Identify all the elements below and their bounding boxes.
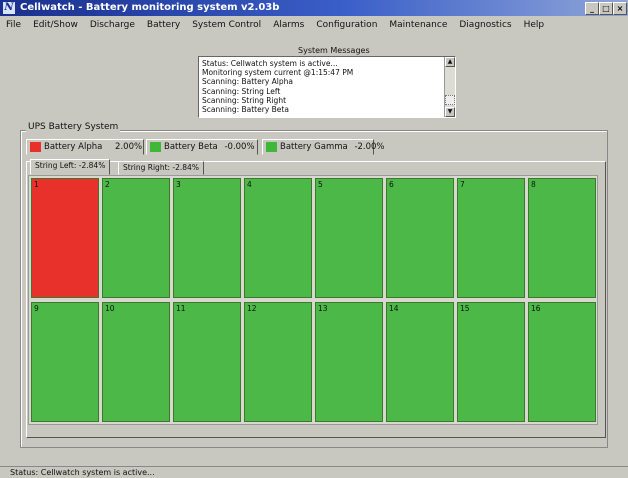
cell-number-label: 8 — [531, 180, 536, 189]
cell-number-label: 14 — [389, 304, 399, 313]
cell-number-label: 7 — [460, 180, 465, 189]
menu-discharge[interactable]: Discharge — [90, 17, 135, 33]
menu-bar: File Edit/Show Discharge Battery System … — [0, 17, 628, 33]
system-message-line: Status: Cellwatch system is active... — [202, 59, 338, 68]
battery-cell[interactable]: 12 — [244, 302, 312, 422]
title-bar: N Cellwatch - Battery monitoring system … — [0, 0, 628, 16]
cell-number-label: 5 — [318, 180, 323, 189]
cell-number-label: 2 — [105, 180, 110, 189]
menu-maintenance[interactable]: Maintenance — [389, 17, 447, 33]
system-message-line: Scanning: Battery Alpha — [202, 77, 293, 87]
close-button[interactable]: × — [613, 2, 627, 15]
battery-tab-label: Battery Beta — [164, 142, 218, 152]
minimize-button[interactable]: _ — [585, 2, 599, 15]
menu-system-control[interactable]: System Control — [192, 17, 261, 33]
system-message-line: Monitoring system current @1:15:47 PM — [202, 68, 354, 78]
status-swatch-icon — [266, 142, 277, 152]
menu-help[interactable]: Help — [524, 17, 545, 33]
cell-number-label: 15 — [460, 304, 470, 313]
cell-number-label: 16 — [531, 304, 541, 313]
battery-cell[interactable]: 11 — [173, 302, 241, 422]
cell-number-label: 13 — [318, 304, 328, 313]
battery-cell[interactable]: 13 — [315, 302, 383, 422]
cell-number-label: 12 — [247, 304, 257, 313]
battery-tab-value: 2.00% — [115, 142, 143, 152]
app-logo-icon: N — [3, 2, 15, 14]
tab-battery-alpha[interactable]: Battery Alpha 2.00% — [26, 139, 144, 155]
cell-number-label: 11 — [176, 304, 186, 313]
system-message-line: Scanning: Battery Beta — [202, 105, 289, 115]
tab-string-right[interactable]: String Right: -2.84% — [118, 161, 204, 175]
battery-cell[interactable]: 9 — [31, 302, 99, 422]
battery-tab-label: Battery Alpha — [44, 142, 103, 152]
battery-cell[interactable]: 2 — [102, 178, 170, 298]
status-swatch-icon — [30, 142, 41, 152]
group-label: UPS Battery System — [26, 122, 121, 132]
battery-tab-value: -0.00% — [224, 142, 255, 152]
menu-file[interactable]: File — [6, 17, 21, 33]
cell-grid: 1 2 3 4 5 6 7 8 9 10 11 12 13 14 15 16 — [28, 175, 598, 425]
status-bar: Status: Cellwatch system is active... — [0, 466, 628, 478]
cell-number-label: 4 — [247, 180, 252, 189]
scroll-up-icon[interactable]: ▲ — [445, 57, 455, 67]
menu-edit-show[interactable]: Edit/Show — [33, 17, 78, 33]
menu-diagnostics[interactable]: Diagnostics — [459, 17, 511, 33]
battery-cell[interactable]: 8 — [528, 178, 596, 298]
battery-cell[interactable]: 16 — [528, 302, 596, 422]
cell-number-label: 3 — [176, 180, 181, 189]
cell-number-label: 6 — [389, 180, 394, 189]
cell-number-label: 9 — [34, 304, 39, 313]
battery-cell[interactable]: 15 — [457, 302, 525, 422]
battery-cell[interactable]: 4 — [244, 178, 312, 298]
battery-cell[interactable]: 6 — [386, 178, 454, 298]
battery-cell[interactable]: 3 — [173, 178, 241, 298]
cell-number-label: 10 — [105, 304, 115, 313]
battery-cell[interactable]: 1 — [31, 178, 99, 298]
battery-tab-label: Battery Gamma — [280, 142, 348, 152]
menu-configuration[interactable]: Configuration — [316, 17, 377, 33]
cell-number-label: 1 — [34, 180, 39, 189]
scroll-down-icon[interactable]: ▼ — [445, 107, 455, 117]
menu-alarms[interactable]: Alarms — [273, 17, 304, 33]
battery-tab-value: -2.00% — [354, 142, 385, 152]
window-title: Cellwatch - Battery monitoring system v2… — [20, 2, 280, 13]
status-swatch-icon — [150, 142, 161, 152]
tab-battery-beta[interactable]: Battery Beta -0.00% — [146, 139, 258, 155]
system-messages-label: System Messages — [298, 46, 370, 55]
battery-cell[interactable]: 10 — [102, 302, 170, 422]
battery-cell[interactable]: 7 — [457, 178, 525, 298]
maximize-button[interactable]: □ — [599, 2, 613, 15]
menu-battery[interactable]: Battery — [147, 17, 180, 33]
system-messages-list[interactable]: Status: Cellwatch system is active... Mo… — [198, 56, 456, 118]
tab-battery-gamma[interactable]: Battery Gamma -2.00% — [262, 139, 385, 155]
system-message-line: Scanning: String Right — [202, 95, 287, 105]
scroll-thumb[interactable] — [445, 95, 455, 105]
tab-string-left[interactable]: String Left: -2.84% — [30, 159, 111, 175]
system-message-line: Scanning: String Left — [202, 86, 281, 96]
battery-cell[interactable]: 5 — [315, 178, 383, 298]
battery-cell[interactable]: 14 — [386, 302, 454, 422]
messages-scrollbar[interactable]: ▲ ▼ — [444, 57, 455, 117]
